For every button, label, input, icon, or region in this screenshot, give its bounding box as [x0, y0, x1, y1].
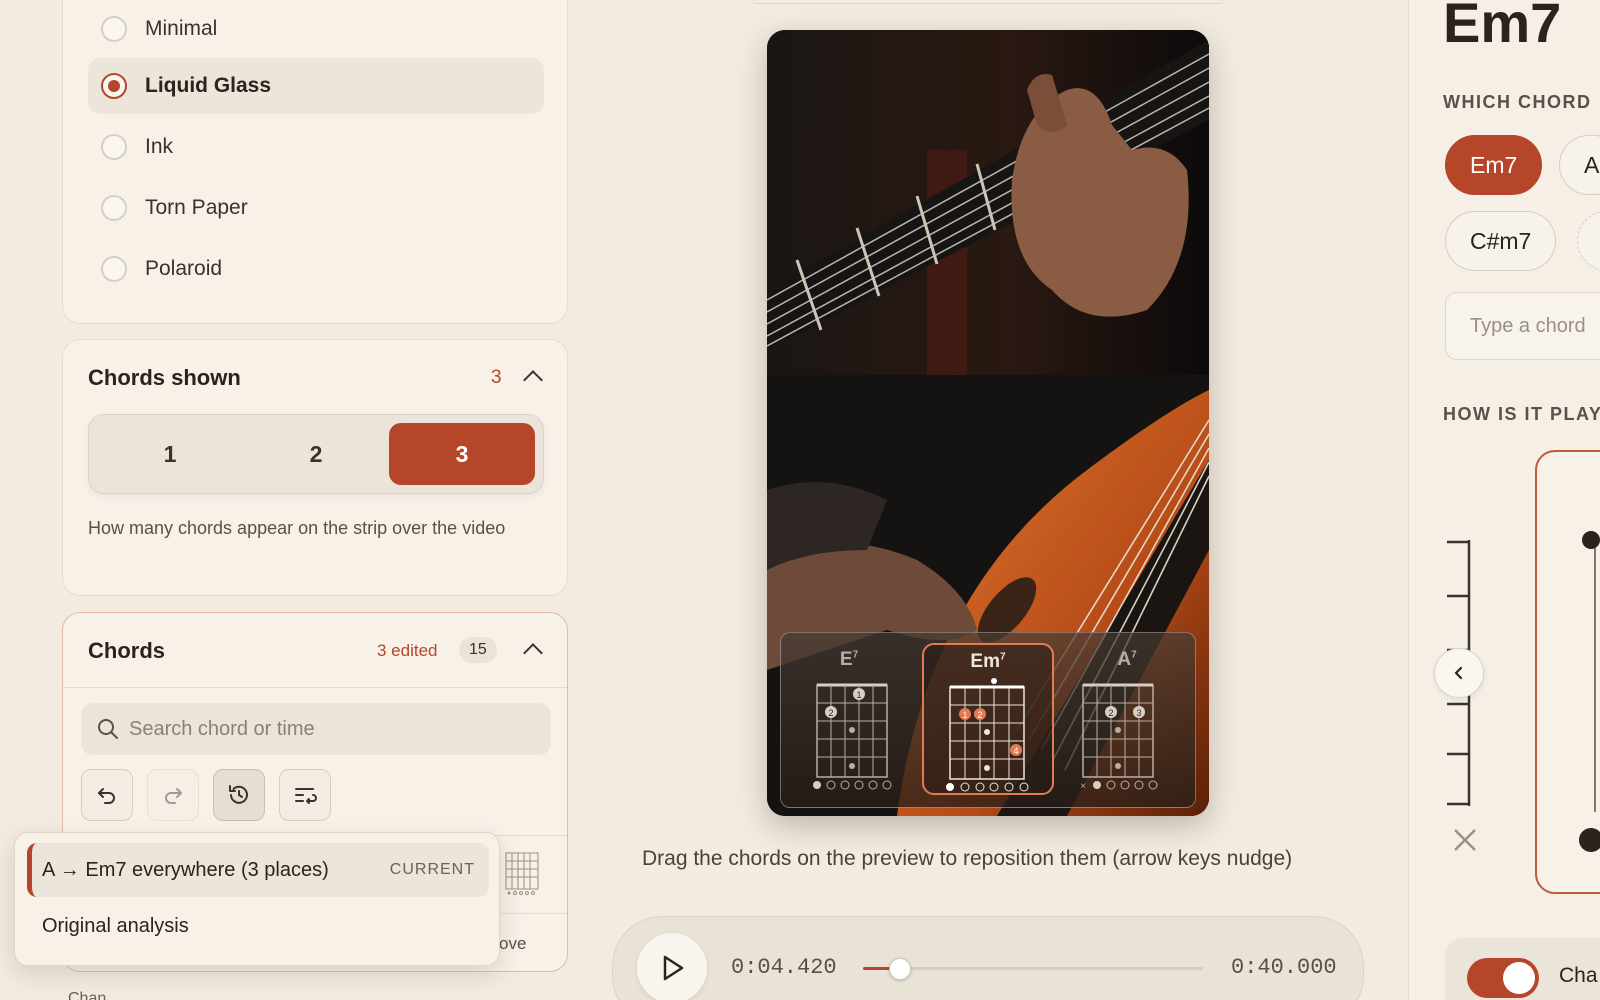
scrubber[interactable] [863, 958, 1203, 980]
strip-chord-em7[interactable]: Em7 1 2 4 [922, 643, 1054, 795]
style-option-torn-paper[interactable]: Torn Paper [88, 180, 544, 236]
chord-option-c-sharp-m7[interactable]: C#m7 [1445, 211, 1557, 271]
play-button[interactable] [637, 933, 707, 1000]
history-popup: A → Em7 everywhere (3 places) CURRENT Or… [14, 832, 500, 966]
radio-minimal[interactable] [101, 16, 127, 42]
segment-1[interactable]: 1 [97, 423, 243, 485]
segment-2[interactable]: 2 [243, 423, 389, 485]
history-item-original[interactable]: Original analysis [27, 899, 489, 953]
radio-ink[interactable] [101, 134, 127, 160]
which-chord-label: WHICH CHORD [1443, 92, 1592, 112]
chord-diagram-e7: 1 2 [813, 683, 892, 790]
svg-text:3: 3 [1136, 708, 1141, 718]
chords-shown-help: How many chords appear on the strip over… [88, 518, 506, 538]
reorder-button[interactable] [279, 769, 331, 821]
collapse-chords-icon[interactable] [523, 643, 543, 663]
toggle-switch[interactable] [1467, 958, 1539, 998]
chords-shown-segmented: 1 2 3 [88, 414, 544, 494]
move-label: ove [499, 934, 527, 953]
redo-icon [165, 788, 182, 804]
chord-diagram-a7: 2 3 × [1080, 683, 1158, 791]
style-option-polaroid[interactable]: Polaroid [88, 241, 544, 297]
top-edge [752, 0, 1224, 4]
radio-polaroid[interactable] [101, 256, 127, 282]
svg-text:1: 1 [962, 710, 967, 720]
chord-search[interactable] [81, 703, 551, 755]
radio-torn-paper[interactable] [101, 195, 127, 221]
drag-hint: Drag the chords on the preview to reposi… [642, 847, 1293, 870]
chord-option-a[interactable]: A [1559, 135, 1600, 195]
play-icon [663, 955, 684, 981]
undo-button[interactable] [81, 769, 133, 821]
video-preview[interactable]: E7 1 2 Em7 1 2 4 A7 2 3 × [767, 30, 1209, 816]
strip-chord-a7[interactable]: A7 2 3 × [1061, 643, 1193, 795]
chevron-left-icon [1454, 666, 1463, 680]
cut-off-text: Chan [68, 990, 107, 1000]
current-time: 0:04.420 [731, 955, 837, 980]
chord-option-em7[interactable]: Em7 [1445, 135, 1543, 195]
add-chord-option-button[interactable] [1577, 211, 1600, 271]
history-button[interactable] [213, 769, 265, 821]
svg-text:2: 2 [977, 710, 982, 720]
chord-strip[interactable]: E7 1 2 Em7 1 2 4 A7 2 3 × [780, 632, 1196, 808]
strip-chord-e7[interactable]: E7 1 2 [783, 643, 915, 795]
how-played-label: HOW IS IT PLAY [1443, 404, 1600, 424]
total-time: 0:40.000 [1231, 955, 1337, 980]
undo-icon [98, 788, 115, 804]
fingering-editor[interactable] [1535, 450, 1600, 894]
current-tag: CURRENT [389, 861, 475, 878]
style-option-minimal[interactable]: Minimal [88, 1, 544, 57]
toggle-label: Cha [1559, 964, 1598, 987]
list-reorder-icon [295, 788, 317, 804]
redo-button[interactable] [147, 769, 199, 821]
segment-3[interactable]: 3 [389, 423, 535, 485]
style-option-ink[interactable]: Ink [88, 119, 544, 175]
inspector-panel: Em7 WHICH CHORD Em7 A C#m7 HOW IS IT PLA… [1408, 0, 1600, 1000]
chords-shown-title: Chords shown [88, 365, 241, 390]
chord-diagram-em7: 1 2 4 [946, 678, 1029, 792]
fingering-strings [1579, 531, 1600, 852]
muted-string-x-icon [1454, 829, 1476, 851]
chords-shown-count: 3 [491, 367, 502, 388]
selected-chord-title: Em7 [1443, 0, 1562, 54]
chord-type-input[interactable] [1445, 292, 1600, 360]
collapse-chords-shown-icon[interactable] [523, 370, 543, 390]
svg-text:1: 1 [856, 690, 861, 700]
search-icon [98, 719, 118, 739]
divider [63, 687, 567, 688]
style-option-liquid-glass[interactable]: Liquid Glass [88, 58, 544, 114]
chords-shown-card: Chords shown 3 1 2 3 How many chords app… [62, 339, 568, 596]
search-input[interactable] [129, 717, 529, 741]
chord-total-badge: 15 [459, 637, 497, 663]
scrubber-handle[interactable] [889, 958, 912, 980]
svg-text:×: × [1080, 781, 1086, 791]
svg-text:2: 2 [828, 708, 833, 718]
svg-text:4: 4 [1013, 746, 1018, 756]
edited-count: 3 edited [377, 641, 438, 660]
previous-fingering-button[interactable] [1434, 648, 1484, 698]
svg-text:2: 2 [1108, 708, 1113, 718]
chords-title: Chords [88, 638, 165, 663]
toggle-row: Cha [1445, 938, 1600, 1000]
style-card: Minimal Liquid Glass Ink Torn Paper Pola… [62, 0, 568, 324]
radio-liquid-glass[interactable] [101, 73, 127, 99]
chord-diagram-thumb-icon [505, 852, 539, 895]
video-player-controls: 0:04.420 0:40.000 [612, 916, 1364, 1000]
history-icon [229, 785, 248, 804]
history-item-current[interactable]: A → Em7 everywhere (3 places) CURRENT [27, 843, 489, 897]
